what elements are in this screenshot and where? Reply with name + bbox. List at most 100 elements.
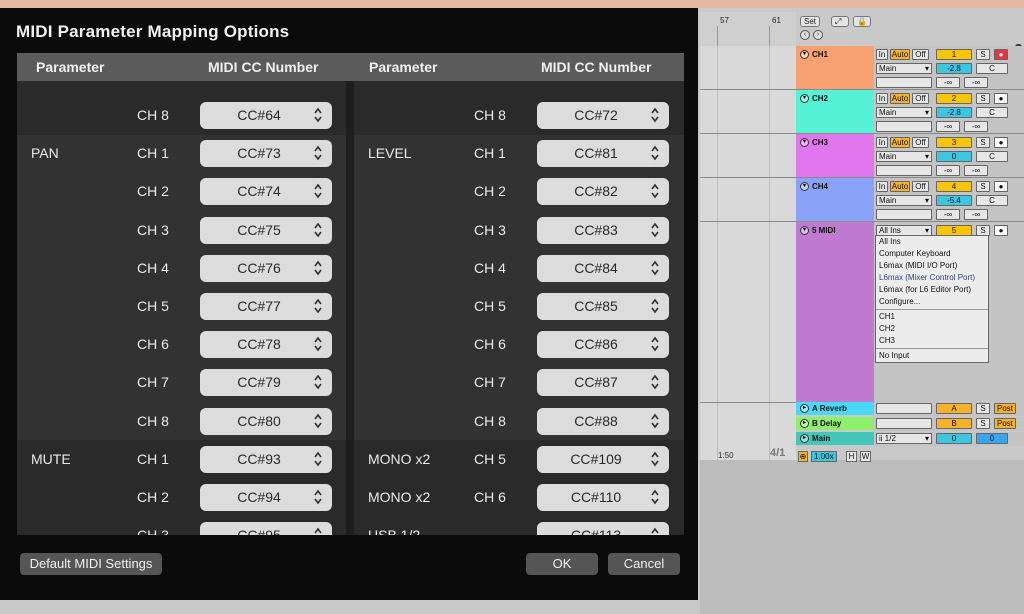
send-a-field[interactable]: -∞	[936, 121, 960, 132]
dropdown-menu-item[interactable]: No Input	[876, 350, 988, 362]
monitor-off-button[interactable]: Off	[912, 49, 929, 60]
cc-number-select[interactable]: CC#84	[537, 254, 669, 282]
volume-field[interactable]: 0	[936, 151, 972, 162]
arrangement-ruler[interactable]: 57 61	[700, 12, 796, 46]
input-sub-select[interactable]	[876, 165, 932, 176]
input-sub-select[interactable]	[876, 77, 932, 88]
cc-number-select[interactable]: CC#83	[537, 216, 669, 244]
return-track-row[interactable]: ▸ B Delay B S Post	[796, 417, 1024, 431]
cc-number-select[interactable]: CC#88	[537, 407, 669, 435]
send-b-field[interactable]: -∞	[964, 77, 988, 88]
return-input[interactable]	[876, 403, 932, 414]
arm-button[interactable]: ●	[994, 137, 1008, 148]
track-number-button[interactable]: 2	[936, 93, 972, 104]
main-volume-field[interactable]: 0	[936, 433, 972, 444]
track-arrow-icon[interactable]: ▾	[800, 226, 809, 235]
input-sub-select[interactable]	[876, 121, 932, 132]
send-b-field[interactable]: -∞	[964, 165, 988, 176]
cc-number-select[interactable]: CC#95	[200, 522, 332, 535]
input-channel-select[interactable]: Main	[876, 195, 932, 206]
cc-number-select[interactable]: CC#85	[537, 293, 669, 320]
solo-button[interactable]: S	[976, 418, 990, 429]
dropdown-menu-item[interactable]: All Ins	[876, 236, 988, 248]
cc-number-select[interactable]: CC#73	[200, 140, 332, 168]
zoom-field[interactable]: 1.00x	[811, 451, 837, 462]
track-row[interactable]: ▾CH1 In Auto Off Main 1 S ● -2.8 C -∞ -∞	[796, 46, 1024, 89]
track-header[interactable]: ▾ CH1	[796, 46, 874, 89]
track-row[interactable]: ▾CH2 In Auto Off Main 2 S ● -2.8 C -∞ -∞	[796, 90, 1024, 133]
monitor-auto-button[interactable]: Auto	[890, 49, 910, 60]
cc-number-select[interactable]: CC#72	[537, 102, 669, 129]
solo-button[interactable]: S	[976, 49, 990, 60]
cc-number-select[interactable]: CC#76	[200, 254, 332, 282]
return-track-header[interactable]: ▸ B Delay	[796, 417, 874, 430]
monitor-in-button[interactable]: In	[876, 181, 888, 192]
return-track-row[interactable]: ▸ A Reverb A S Post	[796, 402, 1024, 416]
input-dropdown-menu[interactable]: All Ins Computer Keyboard L6max (MIDI I/O …	[875, 235, 989, 363]
send-a-field[interactable]: -∞	[936, 77, 960, 88]
track-row[interactable]: ▾CH4 In Auto Off Main 4 S ● -5.4 C -∞ -∞	[796, 178, 1024, 221]
track-number-button[interactable]: 3	[936, 137, 972, 148]
pan-field[interactable]: C	[976, 63, 1008, 74]
input-channel-select[interactable]: Main	[876, 63, 932, 74]
dropdown-menu-item[interactable]: L6max (MIDI I/O Port)	[876, 260, 988, 272]
monitor-off-button[interactable]: Off	[912, 93, 929, 104]
dropdown-menu-item[interactable]: L6max (for L6 Editor Port)	[876, 284, 988, 296]
track-header[interactable]: ▾ CH4	[796, 178, 874, 221]
track-header[interactable]: ▾ CH2	[796, 90, 874, 133]
arm-button[interactable]: ●	[994, 49, 1008, 60]
lock-icon[interactable]: 🔒	[853, 16, 871, 27]
solo-button[interactable]: S	[976, 181, 990, 192]
dropdown-menu-item[interactable]: L6max (Mixer Control Port)	[876, 272, 988, 284]
play-icon[interactable]: ▸	[800, 434, 809, 443]
return-input[interactable]	[876, 418, 932, 429]
dropdown-menu-item[interactable]: CH2	[876, 323, 988, 335]
cc-number-select[interactable]: CC#80	[200, 407, 332, 435]
send-b-field[interactable]: -∞	[964, 209, 988, 220]
volume-field[interactable]: -5.4	[936, 195, 972, 206]
return-track-row[interactable]: ▸Main ii 1/2 0 0	[796, 432, 1024, 446]
monitor-in-button[interactable]: In	[876, 93, 888, 104]
send-a-field[interactable]: -∞	[936, 165, 960, 176]
play-icon[interactable]: ▸	[800, 419, 809, 428]
monitor-off-button[interactable]: Off	[912, 181, 929, 192]
forward-icon[interactable]: ›	[813, 30, 823, 40]
h-button[interactable]: H	[846, 451, 857, 462]
pan-field[interactable]: C	[976, 107, 1008, 118]
return-letter-button[interactable]: B	[936, 418, 972, 429]
cc-number-select[interactable]: CC#75	[200, 216, 332, 244]
track-header[interactable]: ▾ 5 MIDI	[796, 222, 874, 402]
input-channel-select[interactable]: Main	[876, 107, 932, 118]
volume-field[interactable]: -2.8	[936, 63, 972, 74]
main-pan-field[interactable]: 0	[976, 433, 1008, 444]
track-arrow-icon[interactable]: ▾	[800, 182, 809, 191]
track-number-button[interactable]: 4	[936, 181, 972, 192]
cc-number-select[interactable]: CC#110	[537, 484, 669, 511]
arm-button[interactable]: ●	[994, 225, 1008, 236]
track-number-button[interactable]: 1	[936, 49, 972, 60]
monitor-in-button[interactable]: In	[876, 137, 888, 148]
play-icon[interactable]: ▸	[800, 404, 809, 413]
pan-field[interactable]: C	[976, 151, 1008, 162]
input-channel-select[interactable]: Main	[876, 151, 932, 162]
cc-number-select[interactable]: CC#87	[537, 369, 669, 397]
cc-number-select[interactable]: CC#113	[537, 522, 669, 535]
volume-field[interactable]: -2.8	[936, 107, 972, 118]
return-track-header[interactable]: ▸ Main	[796, 432, 874, 445]
cancel-button[interactable]: Cancel	[608, 553, 680, 575]
send-b-field[interactable]: -∞	[964, 121, 988, 132]
cc-number-select[interactable]: CC#82	[537, 178, 669, 206]
cc-number-select[interactable]: CC#64	[200, 102, 332, 129]
arrangement-area[interactable]	[700, 46, 796, 460]
default-midi-settings-button[interactable]: Default MIDI Settings	[20, 553, 162, 575]
monitor-auto-button[interactable]: Auto	[890, 93, 910, 104]
cc-number-select[interactable]: CC#74	[200, 178, 332, 206]
back-icon[interactable]: ‹	[800, 30, 810, 40]
cc-number-select[interactable]: CC#86	[537, 331, 669, 359]
ok-button[interactable]: OK	[526, 553, 598, 575]
set-button[interactable]: Set	[800, 16, 821, 27]
solo-button[interactable]: S	[976, 137, 990, 148]
dropdown-menu-item[interactable]: CH1	[876, 311, 988, 323]
cc-number-select[interactable]: CC#93	[200, 445, 332, 473]
dropdown-menu-item[interactable]: Configure...	[876, 296, 988, 308]
